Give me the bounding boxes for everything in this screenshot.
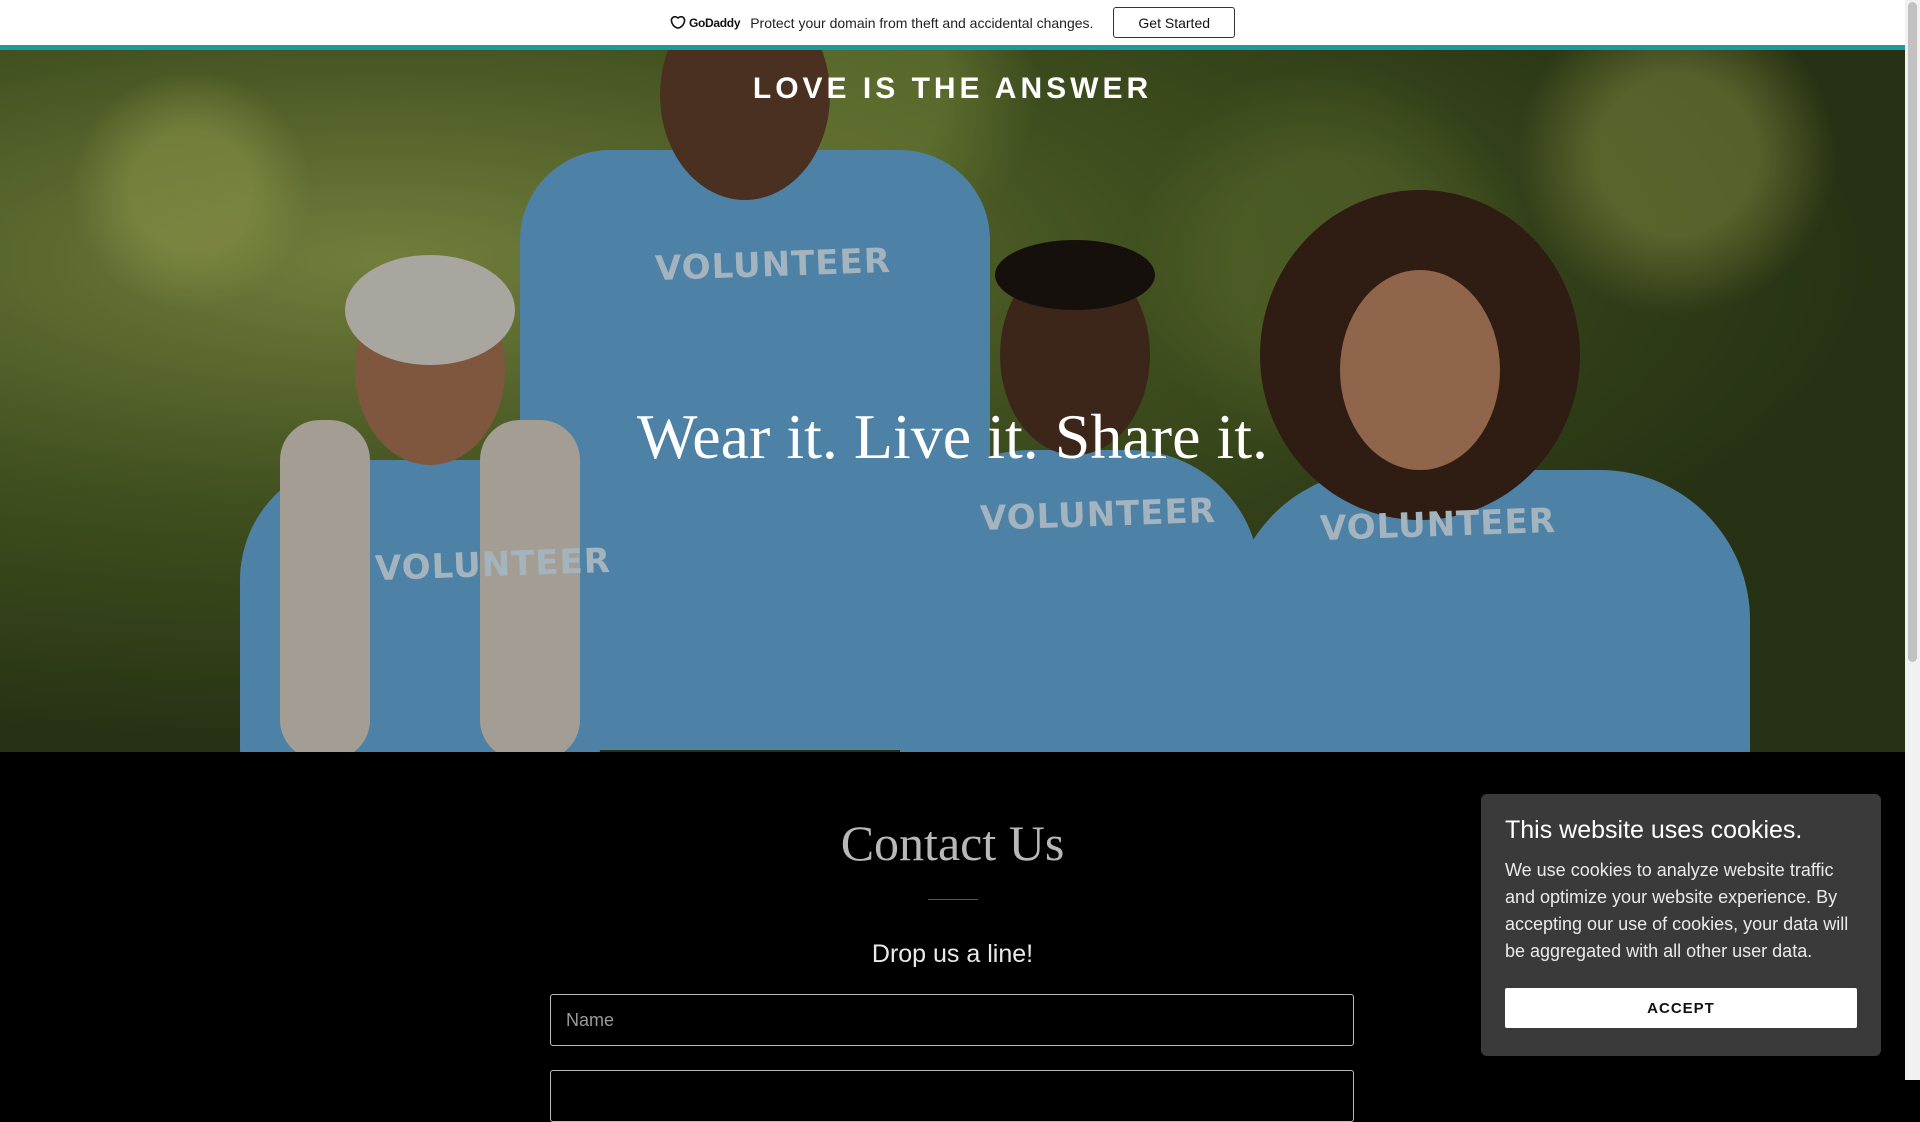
hero-section: VOLUNTEER VOLUNTEER VOLUNTEER VOLUNTEER … [0, 50, 1905, 752]
accept-cookies-button[interactable]: ACCEPT [1505, 988, 1857, 1028]
get-started-button[interactable]: Get Started [1113, 7, 1236, 38]
scrollbar[interactable] [1905, 0, 1920, 1080]
scrollbar-thumb[interactable] [1908, 2, 1917, 662]
email-input[interactable] [550, 1070, 1354, 1122]
godaddy-logo-text: GoDaddy [688, 15, 741, 30]
name-input[interactable] [550, 994, 1354, 1046]
godaddy-logo: GoDaddy [670, 15, 741, 30]
promo-bar: GoDaddy Protect your domain from theft a… [0, 0, 1905, 50]
cookie-banner: This website uses cookies. We use cookie… [1481, 794, 1881, 1056]
site-title[interactable]: LOVE IS THE ANSWER [0, 72, 1905, 106]
godaddy-icon [670, 15, 686, 29]
cookie-body: We use cookies to analyze website traffi… [1505, 860, 1849, 961]
hero-tagline: Wear it. Live it. Share it. [636, 401, 1269, 472]
promo-message: Protect your domain from theft and accid… [750, 14, 1094, 31]
cookie-title: This website uses cookies. [1505, 816, 1803, 844]
section-divider [928, 899, 978, 900]
